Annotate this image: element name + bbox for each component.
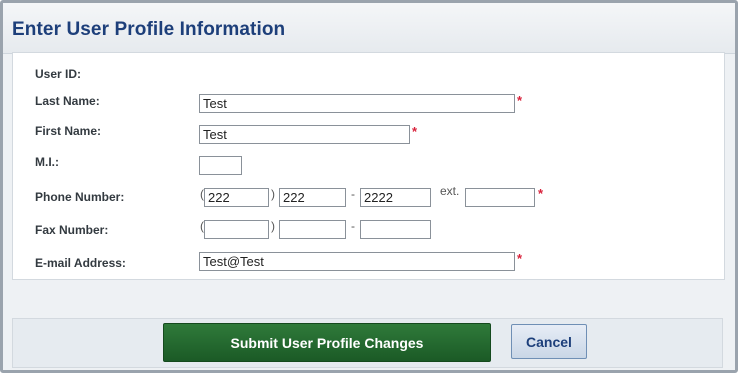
title-bar: Enter User Profile Information xyxy=(3,3,735,54)
cancel-button[interactable]: Cancel xyxy=(511,324,587,359)
phone-prefix-input[interactable]: 222 xyxy=(279,188,346,207)
first-name-label: First Name: xyxy=(35,124,102,138)
fax-area-code-input[interactable] xyxy=(204,220,269,239)
last-name-label: Last Name: xyxy=(35,94,100,108)
email-label: E-mail Address: xyxy=(35,256,126,270)
mi-label: M.I.: xyxy=(35,155,59,169)
phone-close-paren: ) xyxy=(271,187,275,201)
dialog-title: Enter User Profile Information xyxy=(12,19,286,40)
phone-required-marker: * xyxy=(538,186,544,201)
mi-input[interactable] xyxy=(199,156,242,175)
fax-label: Fax Number: xyxy=(35,223,109,237)
email-input[interactable]: Test@Test xyxy=(199,252,515,271)
fax-dash: - xyxy=(351,219,355,233)
email-required-marker: * xyxy=(517,251,523,266)
last-name-required-marker: * xyxy=(517,93,523,108)
fax-line-input[interactable] xyxy=(360,220,431,239)
last-name-input[interactable]: Test xyxy=(199,94,515,113)
fax-close-paren: ) xyxy=(271,219,275,233)
first-name-input[interactable]: Test xyxy=(199,125,410,144)
submit-profile-button[interactable]: Submit User Profile Changes xyxy=(163,323,491,362)
phone-area-code-input[interactable]: 222 xyxy=(204,188,269,207)
user-id-label: User ID: xyxy=(35,67,82,81)
profile-form xyxy=(12,52,725,280)
first-name-required-marker: * xyxy=(412,124,418,139)
fax-prefix-input[interactable] xyxy=(279,220,346,239)
phone-dash: - xyxy=(351,187,355,201)
phone-line-input[interactable]: 2222 xyxy=(360,188,431,207)
phone-ext-input[interactable] xyxy=(465,188,535,207)
phone-label: Phone Number: xyxy=(35,190,125,204)
phone-ext-label: ext. xyxy=(440,184,460,198)
